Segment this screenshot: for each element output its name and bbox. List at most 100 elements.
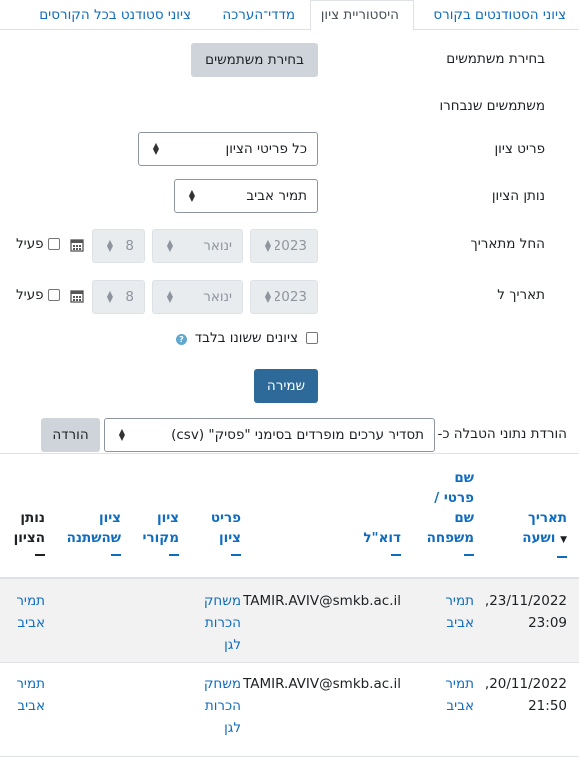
download-format-select[interactable]: תסדיר ערכים מופרדים בסימני "פסיק" (csv) … xyxy=(104,418,435,452)
date-to-enable-label: פעיל xyxy=(16,287,44,303)
header-orig-line2: מקורי xyxy=(142,530,179,546)
changed-only-checkbox[interactable] xyxy=(306,332,318,348)
date-from-year-value: 2023 xyxy=(275,238,307,254)
select-users-button[interactable]: בחירת משתמשים xyxy=(191,43,318,77)
collapse-icon xyxy=(35,554,45,556)
cell-date: 20/11/2022, 21:50 xyxy=(485,673,567,717)
select-arrows-icon: ▲ ▼ xyxy=(106,238,114,253)
collapse-icon xyxy=(111,554,121,556)
cell-grader-line1: תמיר xyxy=(16,676,45,692)
date-from-enable-checkbox[interactable] xyxy=(48,238,60,254)
cell-name-line1: תמיר xyxy=(445,676,474,692)
cell-email: TAMIR.AVIV@smkb.ac.il xyxy=(243,593,401,609)
header-date-line2: ושעה xyxy=(522,530,556,546)
header-changed-line2: שהשתנה xyxy=(66,530,121,546)
select-arrows-icon: ▲ ▼ xyxy=(152,141,160,156)
header-date-line1: תאריך xyxy=(528,510,567,526)
download-button[interactable]: הורדה xyxy=(41,418,100,452)
date-from-day[interactable]: 8 ▲ ▼ xyxy=(92,229,145,263)
select-arrows-icon: ▲ ▼ xyxy=(166,289,174,304)
collapse-icon xyxy=(464,554,474,556)
tab-grade-history[interactable]: היסטוריית ציון xyxy=(310,0,414,31)
grade-item-value: כל פריטי הציון xyxy=(225,141,307,157)
grader-label: נותן הציון xyxy=(491,188,545,204)
cell-name-line1: תמיר xyxy=(445,593,474,609)
date-from-day-value: 8 xyxy=(125,238,134,254)
table-bottom-border xyxy=(0,756,579,757)
download-format-value: תסדיר ערכים מופרדים בסימני "פסיק" (csv) xyxy=(171,427,424,443)
header-grader-line2: הציון xyxy=(13,530,45,546)
date-from-month-value: ינואר xyxy=(203,238,232,254)
download-label: הורדת נתוני הטבלה כ- xyxy=(437,426,568,442)
grade-item-select[interactable]: כל פריטי הציון ▲ ▼ xyxy=(138,132,318,166)
date-from-month[interactable]: ינואר ▲ ▼ xyxy=(152,229,243,263)
cell-grade-item-link[interactable]: משחק הכרות לגן xyxy=(204,673,241,739)
header-item-line1: פריט xyxy=(210,510,241,526)
tab-student-all-courses[interactable]: ציוני סטודנט בכל הקורסים xyxy=(0,0,206,30)
date-from-label: החל מתאריך xyxy=(470,236,545,252)
select-arrows-icon: ▲ ▼ xyxy=(264,289,272,304)
cell-item-line1: משחק xyxy=(203,676,241,692)
header-grader-line1: נותן xyxy=(20,510,45,526)
cell-item-line2: הכרות xyxy=(204,698,241,714)
help-icon[interactable]: ? xyxy=(176,334,187,345)
grader-select[interactable]: תמיר אביב ▲ ▼ xyxy=(174,179,318,213)
cell-grader-line1: תמיר xyxy=(16,593,45,609)
date-to-day[interactable]: 8 ▲ ▼ xyxy=(92,280,145,314)
header-name-line1: שם xyxy=(454,470,474,486)
calendar-icon[interactable] xyxy=(70,238,84,256)
date-to-label: תאריך ל xyxy=(497,287,545,303)
header-email[interactable]: דוא"ל xyxy=(363,528,401,556)
save-button[interactable]: שמירה xyxy=(254,369,318,403)
grade-item-label: פריט ציון xyxy=(494,141,546,157)
date-to-month[interactable]: ינואר ▲ ▼ xyxy=(152,280,243,314)
cell-name-line2: אביב xyxy=(446,698,474,714)
collapse-icon xyxy=(557,556,567,558)
cell-item-line1: משחק xyxy=(203,593,241,609)
cell-name-link[interactable]: תמיר אביב xyxy=(445,673,474,717)
cell-grader-line2: אביב xyxy=(17,615,45,631)
table-top-border xyxy=(0,453,579,454)
header-name-line2: פרטי / xyxy=(434,490,474,506)
select-arrows-icon: ▲ ▼ xyxy=(188,188,196,203)
header-grade-item[interactable]: פריט ציון xyxy=(211,508,241,556)
cell-grader-line2: אביב xyxy=(17,698,45,714)
tab-rubrics[interactable]: מדדי־הערכה xyxy=(206,0,310,30)
cell-grader-link[interactable]: תמיר אביב xyxy=(16,590,45,634)
changed-only-label: ציונים ששונו בלבד xyxy=(194,330,298,346)
select-arrows-icon: ▲ ▼ xyxy=(166,238,174,253)
date-to-day-value: 8 xyxy=(125,289,134,305)
header-changed-grade[interactable]: ציון שהשתנה xyxy=(67,508,121,556)
date-to-year[interactable]: 2023 ▲ ▼ xyxy=(250,280,318,314)
header-date[interactable]: תאריך ▼ ושעה xyxy=(522,508,567,558)
cell-date-line1: 23/11/2022, xyxy=(484,593,567,609)
cell-date-line1: 20/11/2022, xyxy=(484,676,567,692)
cell-item-line3: לגן xyxy=(224,637,241,653)
cell-email: TAMIR.AVIV@smkb.ac.il xyxy=(243,676,401,692)
header-name[interactable]: שם פרטי / שם משפחה xyxy=(427,468,474,556)
cell-date-line2: 23:09 xyxy=(528,615,567,631)
calendar-icon[interactable] xyxy=(70,289,84,307)
header-item-line2: ציון xyxy=(218,530,241,546)
select-users-label: בחירת משתמשים xyxy=(446,51,545,67)
collapse-icon xyxy=(231,554,241,556)
cell-name-link[interactable]: תמיר אביב xyxy=(445,590,474,634)
grader-value: תמיר אביב xyxy=(246,188,307,204)
cell-date-line2: 21:50 xyxy=(528,698,567,714)
tab-course-grades[interactable]: ציוני הסטודנטים בקורס xyxy=(414,0,579,30)
cell-name-line2: אביב xyxy=(446,615,474,631)
collapse-icon xyxy=(169,554,179,556)
header-name-line3: שם xyxy=(454,510,474,526)
header-changed-line1: ציון xyxy=(98,510,121,526)
date-to-year-value: 2023 xyxy=(275,289,307,305)
header-email-label: דוא"ל xyxy=(363,530,401,546)
header-original-grade[interactable]: ציון מקורי xyxy=(143,508,179,556)
date-to-enable-checkbox[interactable] xyxy=(48,289,60,305)
cell-grader-link[interactable]: תמיר אביב xyxy=(16,673,45,717)
select-arrows-icon: ▲ ▼ xyxy=(106,289,114,304)
cell-item-line2: הכרות xyxy=(204,615,241,631)
date-from-enable-label: פעיל xyxy=(16,236,44,252)
header-grader[interactable]: נותן הציון xyxy=(14,508,45,556)
cell-grade-item-link[interactable]: משחק הכרות לגן xyxy=(204,590,241,656)
date-from-year[interactable]: 2023 ▲ ▼ xyxy=(250,229,318,263)
